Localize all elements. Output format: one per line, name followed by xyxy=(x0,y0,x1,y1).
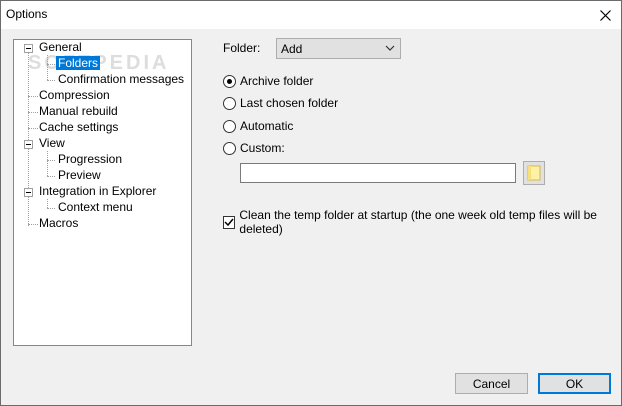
tree-item-preview[interactable]: Preview xyxy=(58,168,101,183)
cancel-button[interactable]: Cancel xyxy=(455,373,528,394)
checkmark-icon xyxy=(224,218,234,227)
tree-connector xyxy=(28,112,38,113)
collapse-view-icon[interactable] xyxy=(24,140,33,149)
window-title: Options xyxy=(6,7,48,21)
tree-item-progression[interactable]: Progression xyxy=(58,152,122,167)
tree-item-cache-settings[interactable]: Cache settings xyxy=(39,120,118,135)
tree-connector xyxy=(47,176,55,177)
cancel-button-label: Cancel xyxy=(472,376,511,391)
tree-connector xyxy=(28,52,29,226)
tree-label: Context menu xyxy=(58,200,133,214)
tree-label: Compression xyxy=(39,88,110,102)
options-dialog: Options SOFTPEDIA General Folders Confir… xyxy=(0,0,622,406)
tree-connector xyxy=(47,199,48,208)
collapse-general-icon[interactable] xyxy=(24,44,33,53)
chevron-down-icon xyxy=(385,45,395,51)
tree-item-view[interactable]: View xyxy=(39,136,65,151)
radio-label: Last chosen folder xyxy=(240,96,339,110)
tree-item-macros[interactable]: Macros xyxy=(39,216,78,231)
ok-button-label: OK xyxy=(565,376,584,391)
tree-connector xyxy=(28,96,38,97)
tree-connector xyxy=(28,128,38,129)
radio-label: Archive folder xyxy=(240,74,314,88)
tree-label: Macros xyxy=(39,216,79,230)
options-tree[interactable]: SOFTPEDIA General Folders Confirmation m… xyxy=(13,39,192,346)
close-icon xyxy=(599,9,611,21)
tree-label: Folders xyxy=(56,56,101,70)
close-button[interactable] xyxy=(589,1,621,29)
tree-connector xyxy=(47,55,48,80)
tree-label: Integration in Explorer xyxy=(39,184,157,198)
radio-button[interactable] xyxy=(223,74,236,88)
tree-label: Progression xyxy=(58,152,123,166)
custom-folder-input[interactable] xyxy=(240,163,516,183)
radio-button[interactable] xyxy=(223,119,236,133)
browse-folder-button[interactable] xyxy=(523,161,545,185)
tree-label: View xyxy=(39,136,65,150)
tree-item-manual-rebuild[interactable]: Manual rebuild xyxy=(39,104,118,119)
collapse-integration-icon[interactable] xyxy=(24,188,33,197)
radio-label: Custom: xyxy=(240,141,285,155)
tree-item-general[interactable]: General xyxy=(39,40,82,55)
tree-connector xyxy=(28,224,38,225)
radio-archive-folder[interactable]: Archive folder xyxy=(223,73,313,89)
tree-connector xyxy=(47,151,48,176)
clean-temp-option[interactable]: Clean the temp folder at startup (the on… xyxy=(223,208,621,236)
clean-temp-label: Clean the temp folder at startup (the on… xyxy=(239,208,597,236)
radio-automatic[interactable]: Automatic xyxy=(223,118,293,134)
tree-label: General xyxy=(39,40,82,54)
folder-select[interactable]: Add xyxy=(276,38,401,59)
title-bar: Options xyxy=(1,1,621,29)
folder-icon xyxy=(527,165,541,181)
tree-connector xyxy=(47,64,55,65)
clean-temp-checkbox[interactable] xyxy=(223,215,236,229)
folder-select-value: Add xyxy=(281,42,303,56)
tree-item-integration-in-explorer[interactable]: Integration in Explorer xyxy=(39,184,156,199)
radio-label: Automatic xyxy=(240,119,294,133)
tree-label: Preview xyxy=(58,168,101,182)
radio-button[interactable] xyxy=(223,96,236,110)
tree-connector xyxy=(47,80,55,81)
ok-button[interactable]: OK xyxy=(538,373,611,394)
radio-last-chosen-folder[interactable]: Last chosen folder xyxy=(223,95,338,111)
tree-item-confirmation-messages[interactable]: Confirmation messages xyxy=(58,72,184,87)
tree-label: Manual rebuild xyxy=(39,104,118,118)
tree-label: Cache settings xyxy=(39,120,119,134)
tree-connector xyxy=(47,208,55,209)
folder-label: Folder: xyxy=(223,41,261,55)
tree-connector xyxy=(47,160,55,161)
tree-item-compression[interactable]: Compression xyxy=(39,88,110,103)
tree-item-folders[interactable]: Folders xyxy=(56,56,101,71)
radio-custom[interactable]: Custom: xyxy=(223,140,285,156)
tree-label: Confirmation messages xyxy=(58,72,185,86)
tree-item-context-menu[interactable]: Context menu xyxy=(58,200,133,215)
radio-button[interactable] xyxy=(223,141,236,155)
